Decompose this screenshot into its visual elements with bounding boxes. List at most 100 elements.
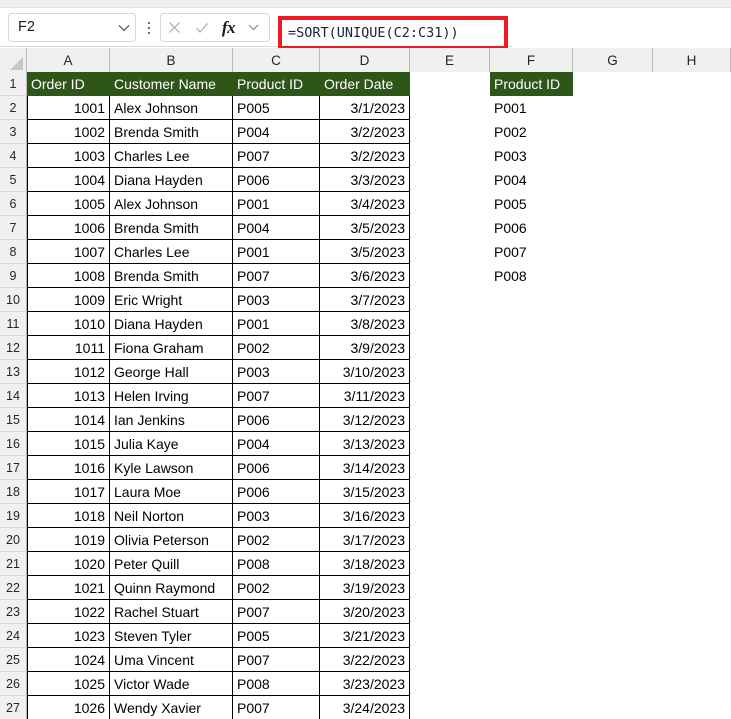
cell-D13[interactable]: 3/10/2023 — [320, 360, 410, 384]
cell-B4[interactable]: Charles Lee — [110, 144, 233, 168]
cell-B8[interactable]: Charles Lee — [110, 240, 233, 264]
cell-A13[interactable]: 1012 — [27, 360, 110, 384]
cell-A24[interactable]: 1023 — [27, 624, 110, 648]
cell-D11[interactable]: 3/8/2023 — [320, 312, 410, 336]
cell-A27[interactable]: 1026 — [27, 696, 110, 719]
cell-B19[interactable]: Neil Norton — [110, 504, 233, 528]
column-header-b[interactable]: B — [110, 48, 233, 72]
cell-C11[interactable]: P001 — [233, 312, 320, 336]
cell-A14[interactable]: 1013 — [27, 384, 110, 408]
cell-C24[interactable]: P005 — [233, 624, 320, 648]
cell-C18[interactable]: P006 — [233, 480, 320, 504]
cell-A26[interactable]: 1025 — [27, 672, 110, 696]
more-options-icon[interactable] — [142, 19, 156, 37]
row-header-14[interactable]: 14 — [0, 384, 27, 408]
table-header-D1[interactable]: Order Date — [320, 72, 410, 96]
fx-insert-function-icon[interactable]: fx — [215, 14, 242, 41]
cell-D4[interactable]: 3/2/2023 — [320, 144, 410, 168]
cell-A25[interactable]: 1024 — [27, 648, 110, 672]
cell-D5[interactable]: 3/3/2023 — [320, 168, 410, 192]
result-cell-F2[interactable]: P001 — [490, 96, 573, 120]
cell-B14[interactable]: Helen Irving — [110, 384, 233, 408]
cell-A18[interactable]: 1017 — [27, 480, 110, 504]
row-header-20[interactable]: 20 — [0, 528, 27, 552]
table-header-C1[interactable]: Product ID — [233, 72, 320, 96]
row-header-18[interactable]: 18 — [0, 480, 27, 504]
cell-D9[interactable]: 3/6/2023 — [320, 264, 410, 288]
confirm-check-icon[interactable] — [188, 14, 215, 41]
cell-A12[interactable]: 1011 — [27, 336, 110, 360]
select-all-button[interactable] — [0, 48, 27, 72]
formula-input-highlight[interactable]: =SORT(UNIQUE(C2:C31)) — [278, 16, 508, 50]
row-header-5[interactable]: 5 — [0, 168, 27, 192]
cell-A20[interactable]: 1019 — [27, 528, 110, 552]
result-cell-F8[interactable]: P007 — [490, 240, 573, 264]
cell-B16[interactable]: Julia Kaye — [110, 432, 233, 456]
row-header-10[interactable]: 10 — [0, 288, 27, 312]
cell-C19[interactable]: P003 — [233, 504, 320, 528]
cell-D12[interactable]: 3/9/2023 — [320, 336, 410, 360]
cell-A8[interactable]: 1007 — [27, 240, 110, 264]
cell-B10[interactable]: Eric Wright — [110, 288, 233, 312]
row-header-2[interactable]: 2 — [0, 96, 27, 120]
cell-C3[interactable]: P004 — [233, 120, 320, 144]
cell-D16[interactable]: 3/13/2023 — [320, 432, 410, 456]
cell-C26[interactable]: P008 — [233, 672, 320, 696]
row-header-25[interactable]: 25 — [0, 648, 27, 672]
cell-B17[interactable]: Kyle Lawson — [110, 456, 233, 480]
cell-C22[interactable]: P002 — [233, 576, 320, 600]
result-cell-F7[interactable]: P006 — [490, 216, 573, 240]
row-header-23[interactable]: 23 — [0, 600, 27, 624]
cell-B6[interactable]: Alex Johnson — [110, 192, 233, 216]
name-box[interactable]: F2 — [8, 13, 136, 42]
cell-B18[interactable]: Laura Moe — [110, 480, 233, 504]
spreadsheet-grid[interactable]: ABCDEFGH 1234567891011121314151617181920… — [0, 48, 731, 719]
cell-C8[interactable]: P001 — [233, 240, 320, 264]
table-header-B1[interactable]: Customer Name — [110, 72, 233, 96]
cell-D24[interactable]: 3/21/2023 — [320, 624, 410, 648]
row-header-8[interactable]: 8 — [0, 240, 27, 264]
cell-D20[interactable]: 3/17/2023 — [320, 528, 410, 552]
cell-A21[interactable]: 1020 — [27, 552, 110, 576]
column-header-h[interactable]: H — [653, 48, 731, 72]
formula-input-overflow[interactable] — [512, 16, 731, 50]
cell-C9[interactable]: P007 — [233, 264, 320, 288]
cell-B11[interactable]: Diana Hayden — [110, 312, 233, 336]
cell-C10[interactable]: P003 — [233, 288, 320, 312]
cell-B20[interactable]: Olivia Peterson — [110, 528, 233, 552]
row-header-24[interactable]: 24 — [0, 624, 27, 648]
cell-B9[interactable]: Brenda Smith — [110, 264, 233, 288]
cell-A16[interactable]: 1015 — [27, 432, 110, 456]
cell-A7[interactable]: 1006 — [27, 216, 110, 240]
cell-A10[interactable]: 1009 — [27, 288, 110, 312]
cell-C7[interactable]: P004 — [233, 216, 320, 240]
cell-C5[interactable]: P006 — [233, 168, 320, 192]
cell-D19[interactable]: 3/16/2023 — [320, 504, 410, 528]
result-cell-F5[interactable]: P004 — [490, 168, 573, 192]
result-cell-F3[interactable]: P002 — [490, 120, 573, 144]
row-header-3[interactable]: 3 — [0, 120, 27, 144]
cell-D2[interactable]: 3/1/2023 — [320, 96, 410, 120]
cell-A22[interactable]: 1021 — [27, 576, 110, 600]
cell-A4[interactable]: 1003 — [27, 144, 110, 168]
cell-D3[interactable]: 3/2/2023 — [320, 120, 410, 144]
chevron-down-icon[interactable] — [113, 14, 135, 41]
cell-B24[interactable]: Steven Tyler — [110, 624, 233, 648]
cell-C2[interactable]: P005 — [233, 96, 320, 120]
cell-D7[interactable]: 3/5/2023 — [320, 216, 410, 240]
column-header-c[interactable]: C — [233, 48, 320, 72]
cell-B23[interactable]: Rachel Stuart — [110, 600, 233, 624]
cell-B27[interactable]: Wendy Xavier — [110, 696, 233, 719]
row-header-1[interactable]: 1 — [0, 72, 27, 96]
cell-A19[interactable]: 1018 — [27, 504, 110, 528]
cell-D10[interactable]: 3/7/2023 — [320, 288, 410, 312]
row-header-12[interactable]: 12 — [0, 336, 27, 360]
cell-A17[interactable]: 1016 — [27, 456, 110, 480]
row-header-26[interactable]: 26 — [0, 672, 27, 696]
cell-A5[interactable]: 1004 — [27, 168, 110, 192]
result-cell-F4[interactable]: P003 — [490, 144, 573, 168]
row-header-6[interactable]: 6 — [0, 192, 27, 216]
column-header-a[interactable]: A — [27, 48, 110, 72]
row-header-21[interactable]: 21 — [0, 552, 27, 576]
row-header-9[interactable]: 9 — [0, 264, 27, 288]
